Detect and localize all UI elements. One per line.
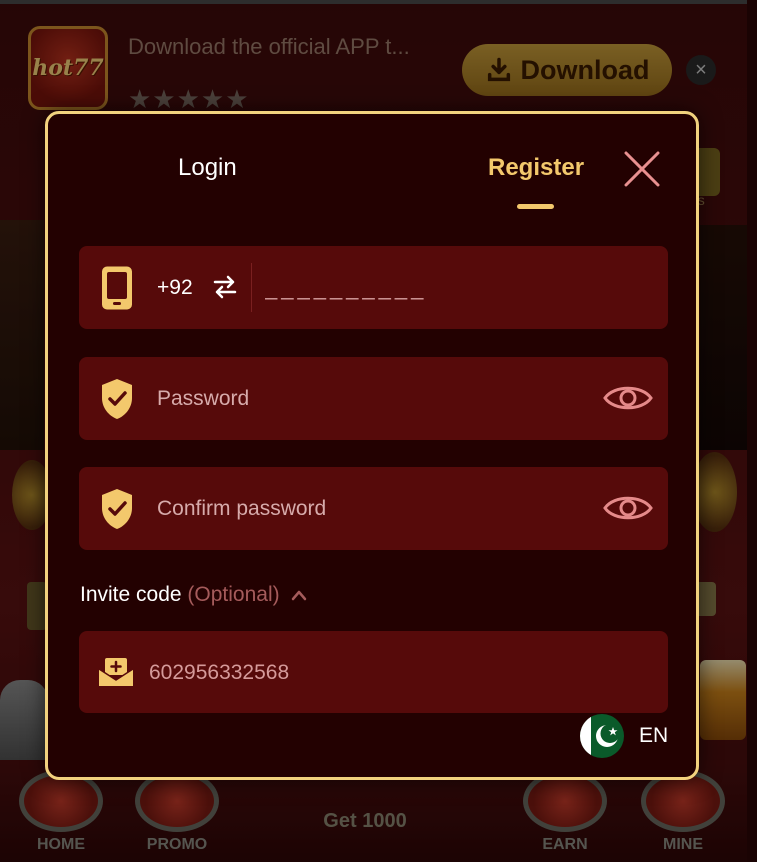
invite-code-toggle[interactable]: Invite code (Optional) bbox=[80, 583, 307, 607]
modal-close-button[interactable] bbox=[620, 147, 664, 191]
swap-icon[interactable] bbox=[212, 274, 238, 300]
show-password-icon[interactable] bbox=[602, 489, 654, 527]
phone-field: +92 bbox=[79, 246, 668, 329]
invite-code-field bbox=[79, 631, 668, 713]
shield-check-icon bbox=[102, 489, 132, 529]
show-password-icon[interactable] bbox=[602, 379, 654, 417]
invite-envelope-icon bbox=[98, 658, 134, 686]
confirm-password-input[interactable] bbox=[157, 487, 577, 531]
phone-input[interactable] bbox=[265, 266, 645, 310]
app-screen: hot77 Download the official APP t... ★★★… bbox=[0, 0, 757, 862]
password-field bbox=[79, 357, 668, 440]
active-tab-indicator bbox=[517, 204, 554, 209]
pakistan-flag-icon bbox=[580, 714, 624, 758]
language-code: EN bbox=[639, 724, 669, 747]
password-input[interactable] bbox=[157, 377, 577, 421]
confirm-password-field bbox=[79, 467, 668, 550]
country-code[interactable]: +92 bbox=[157, 276, 193, 300]
close-icon bbox=[624, 151, 660, 187]
invite-code-label: Invite code bbox=[80, 583, 182, 606]
chevron-up-icon bbox=[292, 591, 307, 601]
phone-icon bbox=[102, 266, 132, 310]
tab-login[interactable]: Login bbox=[178, 154, 237, 182]
invite-code-input[interactable] bbox=[149, 651, 649, 695]
tab-register[interactable]: Register bbox=[488, 154, 584, 182]
auth-modal: Login Register +92 __________ Invite cod… bbox=[45, 111, 699, 780]
language-selector[interactable]: EN bbox=[579, 713, 668, 759]
optional-label: (Optional) bbox=[187, 583, 280, 606]
shield-check-icon bbox=[102, 379, 132, 419]
field-divider bbox=[251, 263, 252, 312]
